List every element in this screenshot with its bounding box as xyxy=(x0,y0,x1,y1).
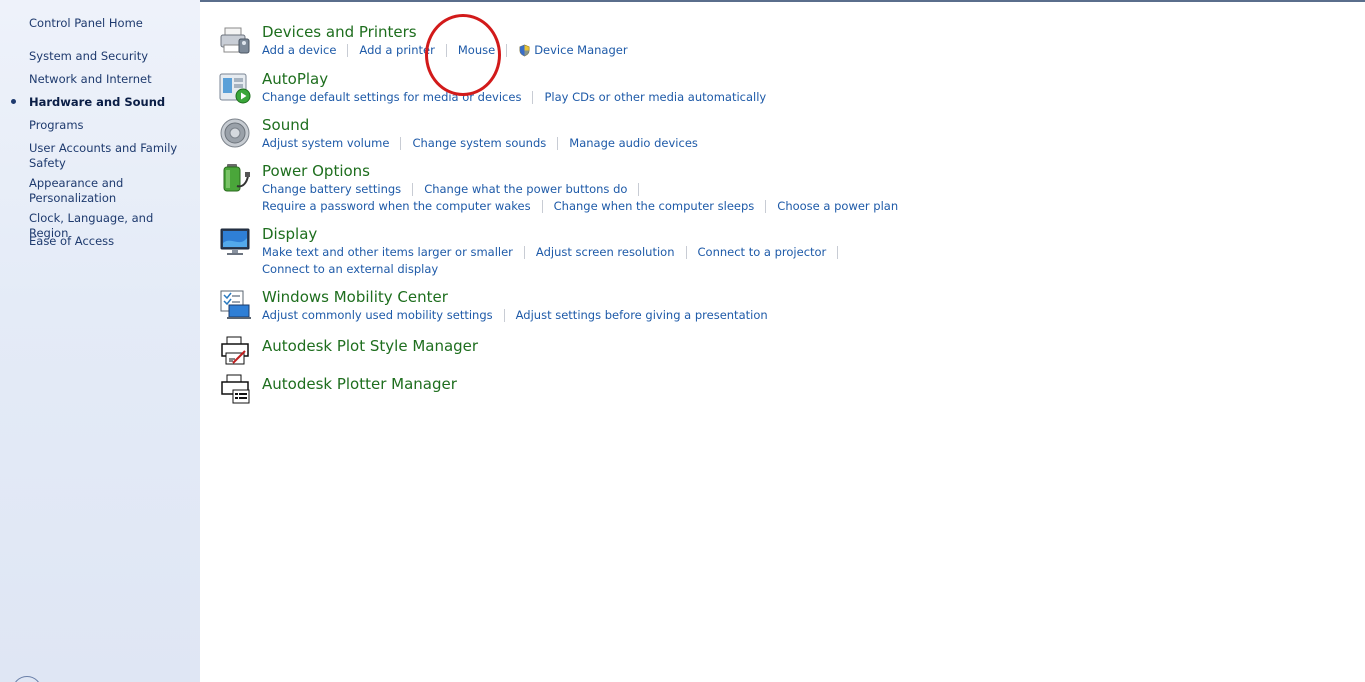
separator xyxy=(506,43,508,57)
adjust-screen-resolution-link[interactable]: Adjust screen resolution xyxy=(536,245,675,259)
change-default-media-settings-link[interactable]: Change default settings for media or dev… xyxy=(262,90,521,104)
change-power-buttons-link[interactable]: Change what the power buttons do xyxy=(424,182,627,196)
autoplay-icon xyxy=(219,72,251,104)
play-cds-automatically-link[interactable]: Play CDs or other media automatically xyxy=(544,90,766,104)
category-autoplay[interactable]: AutoPlay xyxy=(262,70,328,88)
display-links-row1: Make text and other items larger or smal… xyxy=(262,244,849,260)
change-sleep-time-link[interactable]: Change when the computer sleeps xyxy=(554,199,755,213)
add-device-link[interactable]: Add a device xyxy=(262,43,336,57)
sidebar-item-user-accounts[interactable]: User Accounts and Family Safety xyxy=(29,141,195,171)
sidebar-item-hardware-sound[interactable]: Hardware and Sound xyxy=(29,95,195,110)
device-manager-link[interactable]: Device Manager xyxy=(534,43,627,57)
adjust-mobility-settings-link[interactable]: Adjust commonly used mobility settings xyxy=(262,308,493,322)
sidebar-item-ease-of-access[interactable]: Ease of Access xyxy=(29,234,195,249)
power-options-links-row1: Change battery settings Change what the … xyxy=(262,181,650,197)
active-bullet xyxy=(11,99,16,104)
sound-links: Adjust system volume Change system sound… xyxy=(262,135,698,151)
plot-style-icon xyxy=(219,335,251,367)
category-power-options[interactable]: Power Options xyxy=(262,162,370,180)
autoplay-links: Change default settings for media or dev… xyxy=(262,89,766,105)
category-autodesk-plotter-manager[interactable]: Autodesk Plotter Manager xyxy=(262,375,457,393)
make-text-larger-link[interactable]: Make text and other items larger or smal… xyxy=(262,245,513,259)
separator xyxy=(523,245,525,259)
separator xyxy=(400,136,402,150)
separator xyxy=(837,245,839,259)
add-printer-link[interactable]: Add a printer xyxy=(359,43,434,57)
manage-audio-devices-link[interactable]: Manage audio devices xyxy=(569,136,698,150)
sidebar: Control Panel Home System and Security N… xyxy=(0,0,200,682)
presentation-settings-link[interactable]: Adjust settings before giving a presenta… xyxy=(516,308,768,322)
separator xyxy=(445,43,447,57)
mouse-link[interactable]: Mouse xyxy=(458,43,495,57)
help-circle-icon xyxy=(12,676,42,682)
require-password-on-wake-link[interactable]: Require a password when the computer wak… xyxy=(262,199,531,213)
category-windows-mobility-center[interactable]: Windows Mobility Center xyxy=(262,288,448,306)
change-system-sounds-link[interactable]: Change system sounds xyxy=(412,136,546,150)
uac-shield-icon xyxy=(519,44,530,56)
control-panel-home-link[interactable]: Control Panel Home xyxy=(29,16,195,31)
category-autodesk-plot-style-manager[interactable]: Autodesk Plot Style Manager xyxy=(262,337,478,355)
mobility-center-links: Adjust commonly used mobility settings A… xyxy=(262,307,768,323)
separator xyxy=(412,182,414,196)
separator xyxy=(503,308,505,322)
sidebar-item-system-security[interactable]: System and Security xyxy=(29,49,195,64)
separator xyxy=(765,199,767,213)
sidebar-item-appearance[interactable]: Appearance and Personalization xyxy=(29,176,195,206)
plotter-icon xyxy=(219,373,251,405)
separator xyxy=(685,245,687,259)
mobility-center-icon xyxy=(219,289,251,321)
sidebar-item-network-internet[interactable]: Network and Internet xyxy=(29,72,195,87)
connect-to-projector-link[interactable]: Connect to a projector xyxy=(698,245,827,259)
adjust-system-volume-link[interactable]: Adjust system volume xyxy=(262,136,389,150)
change-battery-settings-link[interactable]: Change battery settings xyxy=(262,182,401,196)
battery-icon xyxy=(219,162,251,194)
display-links-row2: Connect to an external display xyxy=(262,261,438,277)
category-devices-printers[interactable]: Devices and Printers xyxy=(262,23,417,41)
category-sound[interactable]: Sound xyxy=(262,116,309,134)
monitor-icon xyxy=(219,226,251,258)
separator xyxy=(557,136,559,150)
choose-power-plan-link[interactable]: Choose a power plan xyxy=(777,199,898,213)
category-display[interactable]: Display xyxy=(262,225,317,243)
separator xyxy=(541,199,543,213)
separator xyxy=(638,182,640,196)
printer-icon xyxy=(219,25,251,57)
top-rule xyxy=(200,0,1365,2)
separator xyxy=(347,43,349,57)
connect-external-display-link[interactable]: Connect to an external display xyxy=(262,262,438,276)
speaker-icon xyxy=(219,117,251,149)
separator xyxy=(532,90,534,104)
power-options-links-row2: Require a password when the computer wak… xyxy=(262,198,898,214)
sidebar-item-programs[interactable]: Programs xyxy=(29,118,195,133)
devices-printers-links: Add a device Add a printer Mouse Device … xyxy=(262,42,628,58)
